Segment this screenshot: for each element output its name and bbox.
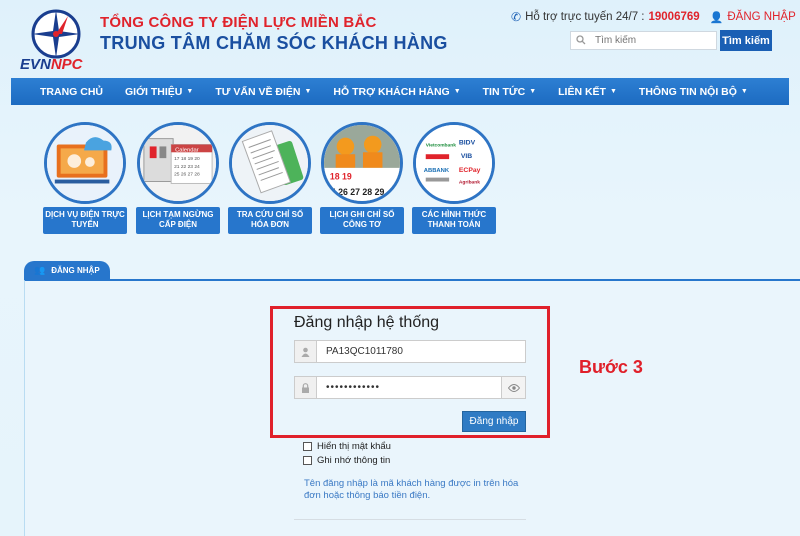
password-field[interactable]: •••••••••••• [294,376,526,399]
checkbox[interactable] [303,442,312,451]
password-value[interactable]: •••••••••••• [317,382,501,393]
nav-item-label: TRANG CHỦ [40,85,103,98]
logo-evn: EVN [20,56,51,73]
step-annotation: Bước 3 [579,357,643,377]
nav-item-label: LIÊN KẾT [558,85,606,98]
login-tab[interactable]: 👥 ĐĂNG NHẬP [24,261,110,280]
nav-item-label: HỖ TRỢ KHÁCH HÀNG [333,85,450,98]
bank-logo: Vietcombank [426,142,456,148]
tile-label-line1: DỊCH VỤ ĐIỆN TRỰC [45,210,125,219]
caret-down-icon: ▼ [186,88,194,95]
phone-icon: ✆ [511,10,522,24]
divider [294,519,526,520]
tile-label-line2: HÓA ĐƠN [250,220,290,229]
company-name: TỔNG CÔNG TY ĐIỆN LỰC MIỀN BẮC [100,14,377,31]
nav-item-1[interactable]: GIỚI THIỆU ▼ [114,78,204,105]
svg-text:17 18 19 20: 17 18 19 20 [174,156,200,162]
logo-wordmark: EVNNPC [20,56,83,73]
nav-item-5[interactable]: LIÊN KẾT ▼ [547,78,628,105]
logo-npc: NPC [50,56,83,73]
tile-label-line2: THANH TOÁN [427,220,481,229]
svg-text:25 26 27 28: 25 26 27 28 [174,172,200,178]
show-password-checkbox[interactable]: Hiển thị mật khẩu [303,441,391,452]
calendar-word: Calendar [175,147,199,153]
users-icon: 👥 [34,265,46,275]
outage-schedule-image: Calendar 17 18 19 20 21 22 23 24 25 26 27 … [137,122,219,204]
tile-label-line1: LỊCH GHI CHỈ SỐ [329,210,395,219]
checkbox[interactable] [303,456,312,465]
tile-label-line2: CẤP ĐIỆN [158,220,198,229]
evn-star-icon [31,9,81,59]
bank-logo: ECPay [459,167,481,174]
tile-label-line1: LỊCH TẠM NGỪNG [142,210,214,219]
nav-item-label: TƯ VẤN VỀ ĐIỆN [215,85,301,98]
nav-item-4[interactable]: TIN TỨC ▼ [472,78,547,105]
tile-label-line2: TUYẾN [71,220,99,229]
calendar-row-2: 25 26 27 28 29 [326,187,385,197]
bank-logo: ABBANK [424,168,450,174]
meter-reading-image: 18 19 25 26 27 28 29 [321,122,403,204]
nav-item-label: TIN TỨC [482,85,526,98]
tile-outage-schedule[interactable]: Calendar 17 18 19 20 21 22 23 24 25 26 27 … [136,122,220,234]
payment-methods-image: Vietcombank BIDV VIB ECPay ABBANK Agriba… [413,122,495,204]
login-tab-label: ĐĂNG NHẬP [51,266,100,275]
online-services-image [44,122,126,204]
user-icon [295,341,317,362]
username-value[interactable]: PA13QC1011780 [317,346,525,357]
search-box [570,31,717,50]
nav-item-label: THÔNG TIN NỘI BỘ [638,85,737,98]
caret-down-icon: ▼ [740,88,748,95]
bank-logo: Agribank [459,179,480,185]
bank-logo: BIDV [459,139,476,146]
nav-item-2[interactable]: TƯ VẤN VỀ ĐIỆN ▼ [204,78,322,105]
tile-bill-lookup[interactable]: TRA CỨU CHỈ SỐ HÓA ĐƠN [228,122,312,234]
calendar-row-1: 18 19 [330,172,352,182]
tile-meter-reading-schedule[interactable]: 18 19 25 26 27 28 29 LỊCH GHI CHỈ SỐ CÔN… [320,122,404,234]
site-title: TRUNG TÂM CHĂM SÓC KHÁCH HÀNG [100,33,448,53]
nav-item-label: GIỚI THIỆU [125,85,183,98]
tile-online-services[interactable]: DỊCH VỤ ĐIỆN TRỰC TUYẾN [43,122,127,234]
header-login-link[interactable]: ĐĂNG NHẬP [727,11,795,23]
bill-lookup-image [229,122,311,204]
caret-down-icon: ▼ [304,88,312,95]
user-icon: 👤 [709,11,724,24]
remember-checkbox[interactable]: Ghi nhớ thông tin [303,455,390,466]
bank-logo: VIB [461,153,472,160]
hotline-number[interactable]: 19006769 [649,11,700,23]
login-button[interactable]: Đăng nhập [462,411,526,432]
tile-payment-methods[interactable]: Vietcombank BIDV VIB ECPay ABBANK Agriba… [412,122,496,234]
search-icon [571,32,591,50]
svg-text:21 22 23 24: 21 22 23 24 [174,164,200,170]
tile-label-line2: CÔNG TƠ [343,220,381,229]
show-password-label: Hiển thị mật khẩu [317,441,391,452]
username-field[interactable]: PA13QC1011780 [294,340,526,363]
lock-icon [295,377,317,398]
caret-down-icon: ▼ [609,88,617,95]
login-form-title: Đăng nhập hệ thống [294,314,440,331]
eye-icon[interactable] [501,377,525,398]
remember-label: Ghi nhớ thông tin [317,455,391,466]
support-label: Hỗ trợ trực tuyến 24/7 : [525,11,645,23]
hotline-bar: ✆ Hỗ trợ trực tuyến 24/7 : 19006769 👤 ĐĂ… [511,10,796,24]
login-hint: Tên đăng nhập là mã khách hàng được in t… [304,478,519,501]
main-nav: TRANG CHỦ GIỚI THIỆU ▼ TƯ VẤN VỀ ĐIỆN ▼ HỖ TR… [11,78,789,105]
nav-item-6[interactable]: THÔNG TIN NỘI BỘ ▼ [628,78,759,105]
caret-down-icon: ▼ [529,88,537,95]
nav-item-3[interactable]: HỖ TRỢ KHÁCH HÀNG ▼ [322,78,471,105]
tile-label-line1: CÁC HÌNH THỨC [421,210,487,219]
search-button[interactable]: Tìm kiếm [720,30,772,51]
tile-label-line1: TRA CỨU CHỈ SỐ [236,210,304,219]
caret-down-icon: ▼ [453,88,461,95]
search-input[interactable] [591,35,701,46]
nav-item-0[interactable]: TRANG CHỦ [29,78,114,105]
